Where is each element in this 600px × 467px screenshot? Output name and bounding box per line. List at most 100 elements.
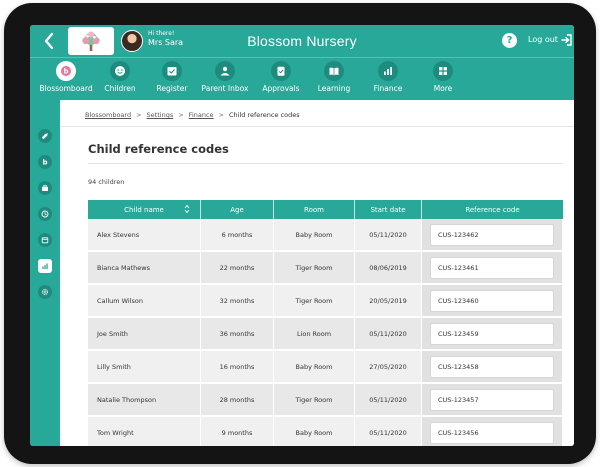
sidebar-item-blossom[interactable]: b	[38, 155, 52, 169]
breadcrumb-link-finance[interactable]: Finance	[189, 111, 214, 119]
top-bar: Hi there! Mrs Sara Blossom Nursery ? Log…	[30, 25, 574, 57]
reference-code-cell	[422, 384, 563, 417]
reference-codes-table: Child name Age Room Start date Reference…	[88, 200, 563, 446]
breadcrumb-link-settings[interactable]: Settings	[147, 111, 174, 119]
page-title: Child reference codes	[88, 142, 229, 156]
child-name-cell: Lilly Smith	[88, 351, 201, 384]
reference-code-input[interactable]	[430, 355, 554, 378]
nav-item-register[interactable]: Register	[143, 61, 201, 93]
column-header-label: Age	[230, 205, 244, 214]
nav-label: Finance	[373, 84, 403, 93]
nav-item-more[interactable]: More	[414, 61, 472, 93]
reference-code-cell	[422, 351, 563, 384]
breadcrumb: Blossomboard > Settings > Finance > Child refe…	[85, 111, 300, 119]
app-screen: Hi there! Mrs Sara Blossom Nursery ? Log…	[30, 25, 574, 446]
clock-icon	[41, 210, 49, 218]
age-cell: 9 months	[201, 417, 274, 446]
reference-code-cell	[422, 417, 563, 446]
register-icon	[162, 61, 182, 81]
child-name-cell: Callum Wilson	[88, 285, 201, 318]
start-date-cell: 05/11/2020	[355, 417, 422, 446]
nav-label: More	[433, 84, 453, 93]
nav-item-parent-inbox[interactable]: Parent Inbox	[196, 61, 254, 93]
start-date-cell: 05/11/2020	[355, 219, 422, 252]
start-date-cell: 05/11/2020	[355, 384, 422, 417]
room-cell: Baby Room	[274, 417, 355, 446]
table-row: Tom Wright 9 months Baby Room 05/11/2020	[88, 417, 563, 446]
app-title: Blossom Nursery	[247, 33, 357, 49]
sidebar-item-finance[interactable]	[38, 259, 52, 273]
chart-icon	[42, 263, 48, 269]
sidebar-item-settings[interactable]	[38, 285, 52, 299]
age-cell: 16 months	[201, 351, 274, 384]
nav-item-children[interactable]: Children	[91, 61, 149, 93]
nav-label: Learning	[317, 84, 351, 93]
nav-label: Approvals	[262, 84, 300, 93]
sidebar-item-clock[interactable]	[38, 207, 52, 221]
reference-code-input[interactable]	[430, 388, 554, 411]
help-icon[interactable]: ?	[502, 33, 517, 48]
nav-label: Blossomboard	[39, 84, 93, 93]
children-count: 94 children	[88, 178, 125, 186]
chart-icon	[378, 61, 398, 81]
column-header-child-name[interactable]: Child name	[88, 200, 201, 219]
reference-code-input[interactable]	[430, 223, 554, 246]
sidebar-item-rocket[interactable]	[38, 129, 52, 143]
table-row: Alex Stevens 6 months Baby Room 05/11/20…	[88, 219, 563, 252]
reference-code-cell	[422, 285, 563, 318]
table-row: Natalie Thompson 28 months Tiger Room 05…	[88, 384, 563, 417]
column-header-label: Start date	[370, 205, 406, 214]
blossom-logo-icon: b	[56, 61, 76, 81]
reference-code-input[interactable]	[430, 322, 554, 345]
nav-item-blossomboard[interactable]: b Blossomboard	[37, 61, 95, 93]
column-header-label: Room	[304, 205, 324, 214]
room-cell: Baby Room	[274, 351, 355, 384]
reference-code-input[interactable]	[430, 256, 554, 279]
age-cell: 32 months	[201, 285, 274, 318]
briefcase-icon	[42, 184, 48, 191]
start-date-cell: 08/06/2019	[355, 252, 422, 285]
breadcrumb-link-blossomboard[interactable]: Blossomboard	[85, 111, 131, 119]
calendar-icon	[41, 237, 49, 244]
column-header-start-date: Start date	[355, 200, 422, 219]
column-header-age: Age	[201, 200, 274, 219]
book-icon	[324, 61, 344, 81]
nav-item-finance[interactable]: Finance	[359, 61, 417, 93]
start-date-cell: 20/05/2019	[355, 285, 422, 318]
child-name-cell: Tom Wright	[88, 417, 201, 446]
column-header-room: Room	[274, 200, 355, 219]
nav-item-approvals[interactable]: Approvals	[252, 61, 310, 93]
child-name-cell: Alex Stevens	[88, 219, 201, 252]
start-date-cell: 27/05/2020	[355, 351, 422, 384]
sidebar: b	[30, 100, 72, 446]
table-row: Lilly Smith 16 months Baby Room 27/05/20…	[88, 351, 563, 384]
clipboard-check-icon	[271, 61, 291, 81]
svg-text:b: b	[63, 68, 68, 76]
room-cell: Tiger Room	[274, 384, 355, 417]
title-divider	[88, 163, 563, 164]
table-row: Callum Wilson 32 months Tiger Room 20/05…	[88, 285, 563, 318]
sort-icon[interactable]	[184, 204, 190, 214]
reference-code-cell	[422, 318, 563, 351]
logout-button[interactable]: Log out	[528, 35, 558, 44]
logout-icon[interactable]	[561, 34, 572, 46]
nav-item-learning[interactable]: Learning	[305, 61, 363, 93]
inbox-icon	[215, 61, 235, 81]
room-cell: Tiger Room	[274, 252, 355, 285]
reference-code-input[interactable]	[430, 289, 554, 312]
main-nav: b Blossomboard Children Register Parent …	[30, 57, 574, 100]
settings-icon	[41, 288, 49, 296]
start-date-cell: 05/11/2020	[355, 318, 422, 351]
column-header-label: Reference code	[465, 205, 520, 214]
rocket-icon	[42, 133, 48, 139]
sidebar-item-calendar[interactable]	[38, 233, 52, 247]
grid-icon	[433, 61, 453, 81]
nav-label: Register	[156, 84, 188, 93]
room-cell: Lion Room	[274, 318, 355, 351]
main-content: Blossomboard > Settings > Finance > Child refe…	[60, 100, 574, 446]
breadcrumb-separator: >	[178, 111, 184, 119]
breadcrumb-divider	[60, 126, 574, 127]
sidebar-item-briefcase[interactable]	[38, 181, 52, 195]
table-row: Bianca Mathews 22 months Tiger Room 08/0…	[88, 252, 563, 285]
reference-code-input[interactable]	[430, 421, 554, 444]
